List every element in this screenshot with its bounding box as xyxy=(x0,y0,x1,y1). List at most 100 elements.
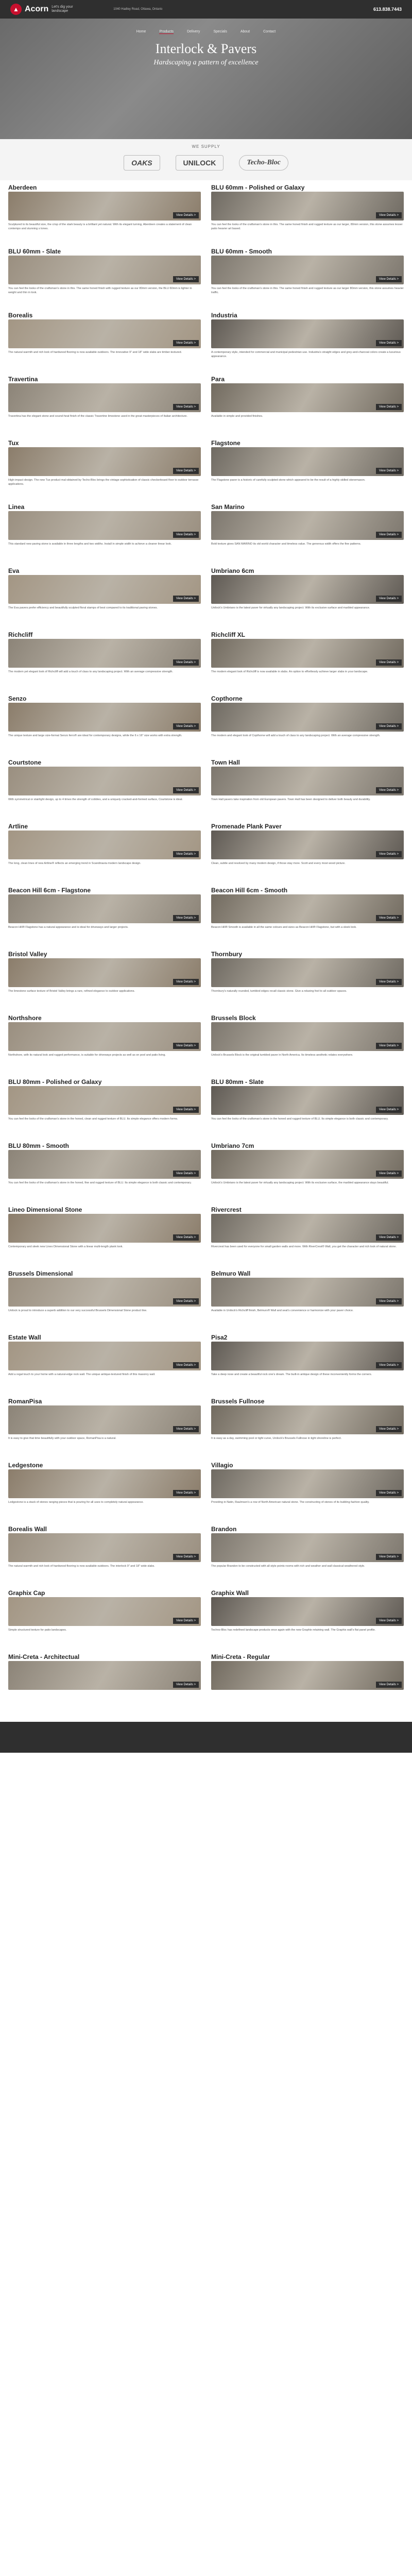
product-title[interactable]: Umbriano 6cm xyxy=(211,567,404,575)
product-title[interactable]: BLU 60mm - Smooth xyxy=(211,247,404,256)
product-title[interactable]: San Marino xyxy=(211,503,404,511)
product-title[interactable]: Brussels Fullnose xyxy=(211,1397,404,1405)
view-details-button[interactable]: View Details > xyxy=(173,1682,199,1688)
product-photo[interactable]: View Details > xyxy=(211,1278,404,1307)
product-title[interactable]: Courtstone xyxy=(8,758,201,767)
view-details-button[interactable]: View Details > xyxy=(375,276,402,282)
product-title[interactable]: Lineo Dimensional Stone xyxy=(8,1206,201,1214)
product-title[interactable]: Tux xyxy=(8,439,201,447)
view-details-button[interactable]: View Details > xyxy=(375,1234,402,1241)
product-photo[interactable]: View Details > xyxy=(8,1342,201,1370)
product-title[interactable]: Flagstone xyxy=(211,439,404,447)
view-details-button[interactable]: View Details > xyxy=(375,532,402,538)
product-photo[interactable]: View Details > xyxy=(211,1597,404,1626)
product-title[interactable]: Promenade Plank Paver xyxy=(211,822,404,831)
product-photo[interactable]: View Details > xyxy=(211,639,404,668)
product-photo[interactable]: View Details > xyxy=(211,1405,404,1434)
view-details-button[interactable]: View Details > xyxy=(173,851,199,857)
product-title[interactable]: Brussels Block xyxy=(211,1014,404,1022)
view-details-button[interactable]: View Details > xyxy=(173,1171,199,1177)
view-details-button[interactable]: View Details > xyxy=(375,404,402,410)
product-title[interactable]: Artline xyxy=(8,822,201,831)
product-photo[interactable]: View Details > xyxy=(211,1214,404,1243)
product-photo[interactable]: View Details > xyxy=(8,447,201,476)
product-title[interactable]: Ledgestone xyxy=(8,1461,201,1469)
product-title[interactable]: Umbriano 7cm xyxy=(211,1142,404,1150)
product-title[interactable]: BLU 80mm - Slate xyxy=(211,1078,404,1086)
product-title[interactable]: Borealis Wall xyxy=(8,1525,201,1533)
product-photo[interactable]: View Details > xyxy=(8,1405,201,1434)
view-details-button[interactable]: View Details > xyxy=(173,468,199,474)
product-title[interactable]: Bristol Valley xyxy=(8,950,201,958)
product-photo[interactable]: View Details > xyxy=(211,703,404,732)
product-photo[interactable]: View Details > xyxy=(211,1469,404,1498)
product-title[interactable]: BLU 60mm - Slate xyxy=(8,247,201,256)
view-details-button[interactable]: View Details > xyxy=(173,915,199,921)
product-photo[interactable]: View Details > xyxy=(211,1086,404,1115)
product-photo[interactable]: View Details > xyxy=(8,1214,201,1243)
product-title[interactable]: Town Hall xyxy=(211,758,404,767)
product-title[interactable]: Eva xyxy=(8,567,201,575)
product-photo[interactable]: View Details > xyxy=(8,1086,201,1115)
product-photo[interactable]: View Details > xyxy=(211,447,404,476)
view-details-button[interactable]: View Details > xyxy=(375,659,402,666)
product-title[interactable]: BLU 80mm - Polished or Galaxy xyxy=(8,1078,201,1086)
view-details-button[interactable]: View Details > xyxy=(173,659,199,666)
view-details-button[interactable]: View Details > xyxy=(375,1682,402,1688)
product-title[interactable]: Pisa2 xyxy=(211,1333,404,1342)
product-title[interactable]: Mini-Creta - Regular xyxy=(211,1653,404,1661)
product-photo[interactable]: View Details > xyxy=(8,1022,201,1051)
product-photo[interactable]: View Details > xyxy=(8,1150,201,1179)
view-details-button[interactable]: View Details > xyxy=(375,1554,402,1560)
product-photo[interactable]: View Details > xyxy=(8,767,201,795)
product-title[interactable]: Linea xyxy=(8,503,201,511)
product-title[interactable]: Para xyxy=(211,375,404,383)
view-details-button[interactable]: View Details > xyxy=(375,1426,402,1432)
product-title[interactable]: Graphix Cap xyxy=(8,1589,201,1597)
view-details-button[interactable]: View Details > xyxy=(375,787,402,793)
product-photo[interactable]: View Details > xyxy=(211,383,404,412)
view-details-button[interactable]: View Details > xyxy=(375,1043,402,1049)
view-details-button[interactable]: View Details > xyxy=(375,1618,402,1624)
product-photo[interactable]: View Details > xyxy=(8,1533,201,1562)
product-photo[interactable]: View Details > xyxy=(211,575,404,604)
product-title[interactable]: Estate Wall xyxy=(8,1333,201,1342)
view-details-button[interactable]: View Details > xyxy=(173,1298,199,1304)
nav-delivery[interactable]: Delivery xyxy=(187,30,200,34)
product-photo[interactable]: View Details > xyxy=(211,1533,404,1562)
product-photo[interactable]: View Details > xyxy=(8,511,201,540)
product-photo[interactable]: View Details > xyxy=(211,256,404,284)
logo[interactable]: ▲ Acorn Let's dig your landscape xyxy=(10,4,82,15)
view-details-button[interactable]: View Details > xyxy=(375,596,402,602)
product-title[interactable]: Northshore xyxy=(8,1014,201,1022)
nav-products[interactable]: Products xyxy=(159,30,174,34)
product-photo[interactable]: View Details > xyxy=(8,1469,201,1498)
nav-home[interactable]: Home xyxy=(136,30,146,34)
product-title[interactable]: Borealis xyxy=(8,311,201,319)
product-photo[interactable]: View Details > xyxy=(8,1278,201,1307)
view-details-button[interactable]: View Details > xyxy=(173,1618,199,1624)
product-title[interactable]: Beacon Hill 6cm - Flagstone xyxy=(8,886,201,894)
view-details-button[interactable]: View Details > xyxy=(375,1107,402,1113)
product-photo[interactable]: View Details > xyxy=(8,958,201,987)
view-details-button[interactable]: View Details > xyxy=(375,979,402,985)
product-title[interactable]: Beacon Hill 6cm - Smooth xyxy=(211,886,404,894)
product-title[interactable]: BLU 60mm - Polished or Galaxy xyxy=(211,183,404,192)
product-title[interactable]: Villagio xyxy=(211,1461,404,1469)
view-details-button[interactable]: View Details > xyxy=(173,596,199,602)
view-details-button[interactable]: View Details > xyxy=(173,276,199,282)
product-photo[interactable]: View Details > xyxy=(8,319,201,348)
view-details-button[interactable]: View Details > xyxy=(375,915,402,921)
product-photo[interactable]: View Details > xyxy=(8,1661,201,1690)
nav-about[interactable]: About xyxy=(241,30,250,34)
product-photo[interactable]: View Details > xyxy=(8,383,201,412)
view-details-button[interactable]: View Details > xyxy=(173,1234,199,1241)
product-photo[interactable]: View Details > xyxy=(8,1597,201,1626)
view-details-button[interactable]: View Details > xyxy=(375,468,402,474)
view-details-button[interactable]: View Details > xyxy=(173,1107,199,1113)
product-photo[interactable]: View Details > xyxy=(211,319,404,348)
view-details-button[interactable]: View Details > xyxy=(173,340,199,346)
view-details-button[interactable]: View Details > xyxy=(173,1426,199,1432)
view-details-button[interactable]: View Details > xyxy=(375,340,402,346)
view-details-button[interactable]: View Details > xyxy=(173,404,199,410)
